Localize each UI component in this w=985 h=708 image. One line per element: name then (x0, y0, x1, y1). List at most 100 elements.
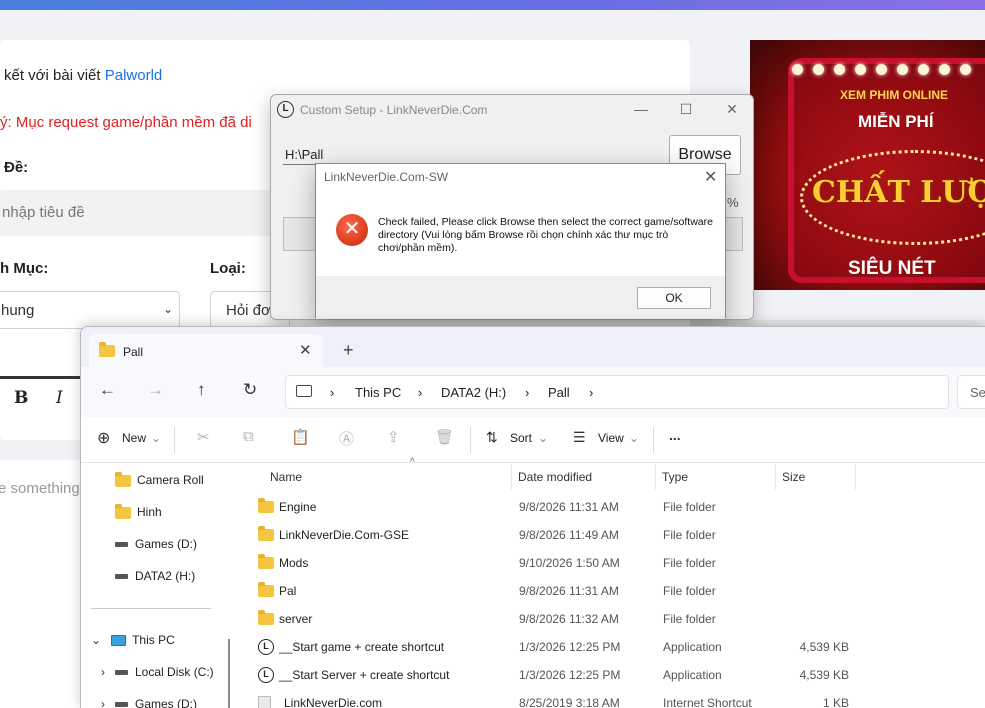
file-row[interactable]: Mods 9/10/2026 1:50 AM File folder (236, 549, 985, 577)
italic-button[interactable]: I (56, 388, 63, 408)
breadcrumb-data2[interactable]: DATA2 (H:) (441, 385, 506, 400)
error-message: Check failed, Please click Browse then s… (378, 216, 713, 254)
maximize-icon[interactable]: ☐ (676, 100, 696, 118)
file-row[interactable]: Pal 9/8/2026 11:31 AM File folder (236, 577, 985, 605)
file-date: 9/8/2026 11:31 AM (519, 584, 619, 598)
tab-pall[interactable]: Pall ✕ (89, 334, 323, 367)
folder-icon (99, 342, 115, 357)
sidebar-item-label: This PC (132, 633, 175, 647)
forward-arrow-icon[interactable]: → (147, 380, 164, 400)
file-name: LinkNeverDie.Com-GSE (279, 528, 410, 542)
sidebar-item-games-d[interactable]: Games (D:) (115, 537, 197, 551)
copy-icon[interactable]: ⧉ (243, 428, 254, 445)
ad-line-1: XEM PHIM ONLINE (840, 88, 949, 102)
file-date: 9/8/2026 11:49 AM (519, 528, 619, 542)
related-post-link[interactable]: Palworld (105, 67, 163, 84)
sidebar-item-this-pc[interactable]: ⌄ This PC (91, 633, 175, 647)
sort-icon: ⇅ (486, 429, 498, 445)
sidebar-item-camera-roll[interactable]: Camera Roll (115, 471, 204, 487)
ad-line-4: SIÊU NÉT (848, 258, 936, 279)
light-bulb-icon (960, 64, 971, 75)
sidebar-item-label: DATA2 (H:) (135, 569, 196, 583)
sidebar-item-games-d-tree[interactable]: › Games (D:) (101, 697, 197, 708)
refresh-icon[interactable]: ↻ (243, 380, 257, 400)
light-bulb-icon (855, 64, 866, 75)
progress-percent: % (727, 195, 739, 210)
delete-icon[interactable]: 🗑 (435, 428, 454, 446)
file-type: File folder (663, 584, 716, 598)
address-bar[interactable]: › This PC › DATA2 (H:) › Pall › (285, 375, 949, 409)
bold-button[interactable]: B (14, 388, 28, 408)
file-row[interactable]: LinkNeverDie.Com-GSE 9/8/2026 11:49 AM Fil… (236, 521, 985, 549)
file-date: 1/3/2026 12:25 PM (519, 640, 621, 654)
sidebar-item-data2-h[interactable]: DATA2 (H:) (115, 569, 195, 583)
category-select-value: hung (1, 302, 35, 319)
file-type: Application (663, 668, 722, 682)
sidebar-scrollbar[interactable] (228, 639, 230, 708)
file-row[interactable]: L __Start Server + create shortcut 1/3/202… (236, 661, 985, 689)
column-header-label: Name (270, 470, 303, 484)
breadcrumb-pall[interactable]: Pall (548, 385, 570, 400)
ad-line-2: MIỄN PHÍ (858, 112, 934, 131)
ad-banner[interactable]: XEM PHIM ONLINE MIỄN PHÍ CHẤT LƯỢNG SIÊU… (750, 40, 985, 290)
column-header-name[interactable]: Name ^ (264, 457, 512, 490)
chevron-right-icon: › (589, 385, 594, 400)
editor-placeholder: e something (0, 480, 80, 497)
search-input[interactable]: Se (957, 375, 985, 409)
column-header-size[interactable]: Size (776, 464, 856, 490)
editor-body[interactable] (0, 460, 82, 708)
light-bulb-icon (918, 64, 929, 75)
title-label: Đề: (4, 159, 29, 176)
file-row[interactable]: L __Start game + create shortcut 1/3/2026 … (236, 633, 985, 661)
close-icon[interactable]: ✕ (704, 167, 717, 187)
sort-button[interactable]: Sort (510, 431, 532, 445)
file-type: File folder (663, 500, 716, 514)
title-input[interactable]: nhập tiêu đề (0, 190, 290, 236)
app-icon: L (277, 101, 294, 118)
file-row[interactable]: LinkNeverDie.com 8/25/2019 3:18 AM Interne… (236, 689, 985, 708)
file-row[interactable]: Engine 9/8/2026 11:31 AM File folder (236, 493, 985, 521)
column-header-type[interactable]: Type (656, 464, 776, 490)
sidebar-item-label: Camera Roll (137, 473, 204, 487)
drive-icon (115, 542, 128, 548)
file-name: Engine (279, 500, 317, 514)
light-bulb-icon (939, 64, 950, 75)
more-options-icon[interactable]: ... (669, 427, 681, 443)
file-name: LinkNeverDie.com (284, 696, 383, 708)
ad-marquee-lights (792, 64, 985, 78)
internet-shortcut-icon (258, 696, 271, 708)
new-tab-icon[interactable]: + (343, 340, 354, 361)
divider (653, 427, 654, 453)
category-select[interactable]: hung ⌄ (0, 291, 180, 329)
chevron-right-icon[interactable]: › (101, 697, 105, 708)
cut-icon[interactable]: ✂ (197, 428, 210, 446)
file-row[interactable]: server 9/8/2026 11:32 AM File folder (236, 605, 985, 633)
related-post-line: kết với bài viết Palworld (4, 67, 162, 84)
setup-titlebar[interactable]: L Custom Setup - LinkNeverDie.Com — ☐ ✕ (271, 95, 753, 125)
close-tab-icon[interactable]: ✕ (299, 341, 312, 359)
sidebar-item-local-disk-c[interactable]: › Local Disk (C:) (101, 665, 214, 679)
share-icon[interactable]: ⇪ (387, 428, 400, 446)
paste-icon[interactable]: 📋 (291, 428, 310, 446)
close-icon[interactable]: ✕ (722, 100, 742, 118)
chevron-right-icon: › (418, 385, 423, 400)
sidebar-item-hinh[interactable]: Hinh (115, 503, 162, 519)
sidebar-item-label: Local Disk (C:) (135, 665, 214, 679)
file-explorer-window: Pall ✕ + ← → ↑ ↻ › This PC › DATA2 (H:) … (80, 326, 985, 708)
chevron-right-icon[interactable]: › (101, 665, 105, 679)
back-arrow-icon[interactable]: ← (99, 380, 116, 400)
light-bulb-icon (897, 64, 908, 75)
rename-icon[interactable]: Ⓐ (339, 428, 354, 449)
view-button[interactable]: View (598, 431, 624, 445)
sidebar-item-label: Games (D:) (135, 537, 198, 551)
column-header-date[interactable]: Date modified (512, 464, 656, 490)
chevron-down-icon[interactable]: ⌄ (91, 633, 101, 647)
minimize-icon[interactable]: — (631, 100, 651, 118)
new-button[interactable]: New (122, 431, 146, 445)
file-name: __Start game + create shortcut (279, 640, 445, 654)
editor-toolbar (0, 376, 82, 424)
breadcrumb-this-pc[interactable]: This PC (355, 385, 401, 400)
ok-button[interactable]: OK (637, 287, 711, 309)
file-name: Mods (279, 556, 309, 570)
up-arrow-icon[interactable]: ↑ (197, 380, 206, 400)
